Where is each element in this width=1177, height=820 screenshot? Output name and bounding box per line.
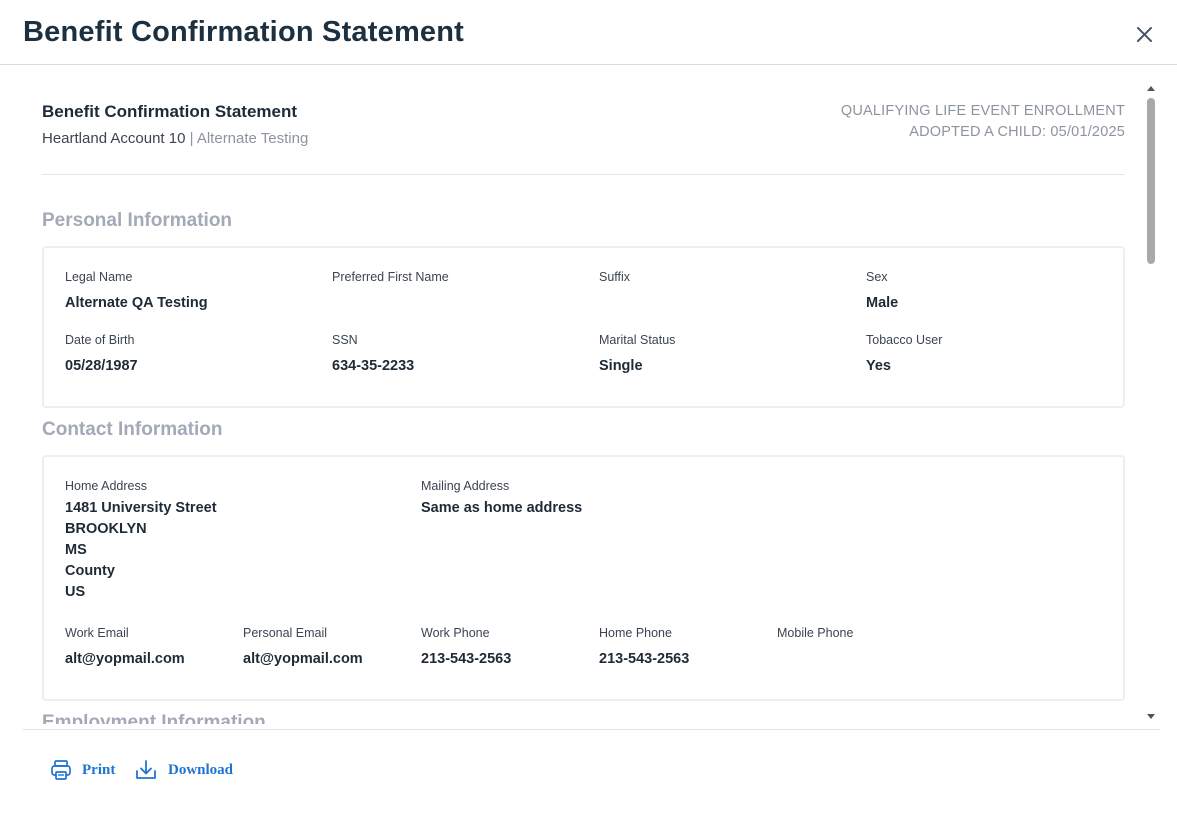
home-address-street: 1481 University Street: [65, 500, 217, 516]
subtitle-separator: |: [185, 130, 197, 147]
modal-header: Benefit Confirmation Statement: [0, 0, 1177, 65]
event-info: QUALIFYING LIFE EVENT ENROLLMENT ADOPTED…: [841, 101, 1125, 143]
work-email-field: Work Email alt@yopmail.com: [65, 626, 185, 670]
modal-footer: Print Download: [0, 729, 1177, 820]
document-title: Benefit Confirmation Statement: [42, 102, 298, 121]
work-email-value: alt@yopmail.com: [65, 651, 185, 667]
tobacco-user-field: Tobacco User Yes: [866, 333, 942, 377]
scrollbar[interactable]: [1143, 84, 1159, 724]
contact-info-card: Home Address 1481 University Street BROO…: [42, 455, 1125, 701]
close-icon: [1137, 27, 1152, 42]
personal-email-value: alt@yopmail.com: [243, 651, 363, 667]
scrollbar-thumb[interactable]: [1147, 98, 1155, 264]
home-address-country: US: [65, 584, 86, 600]
download-label: Download: [168, 761, 234, 778]
legal-name-label: Legal Name: [65, 270, 133, 284]
marital-status-label: Marital Status: [599, 333, 676, 347]
event-type: QUALIFYING LIFE EVENT ENROLLMENT: [840, 103, 1125, 119]
marital-status-field: Marital Status Single: [599, 333, 675, 377]
personal-email-label: Personal Email: [243, 626, 328, 640]
employment-info-title: Employment Information: [42, 712, 266, 724]
print-label: Print: [82, 761, 116, 778]
download-icon: [136, 760, 156, 779]
home-phone-label: Home Phone: [599, 626, 672, 640]
ssn-field: SSN 634-35-2233: [332, 333, 414, 377]
contact-info-title: Contact Information: [42, 419, 223, 440]
modal-title: Benefit Confirmation Statement: [23, 16, 465, 48]
mailing-address-label: Mailing Address: [421, 479, 510, 493]
dob-field: Date of Birth 05/28/1987: [65, 333, 138, 377]
home-address-label: Home Address: [65, 479, 147, 493]
suffix-field: Suffix: [599, 270, 630, 293]
dob-value: 05/28/1987: [65, 358, 138, 374]
personal-info-card: Legal Name Alternate QA Testing Preferre…: [42, 246, 1125, 408]
mailing-address-field: Mailing Address Same as home address: [421, 479, 582, 519]
print-button[interactable]: Print: [50, 759, 115, 781]
sex-field: Sex Male: [866, 270, 898, 314]
work-email-label: Work Email: [65, 626, 129, 640]
ssn-value: 634-35-2233: [332, 358, 415, 374]
home-address-field: Home Address 1481 University Street BROO…: [65, 479, 217, 603]
tobacco-user-label: Tobacco User: [866, 333, 943, 347]
work-phone-value: 213-543-2563: [421, 651, 512, 667]
account-name: Heartland Account 10: [42, 130, 186, 147]
sex-label: Sex: [866, 270, 888, 284]
sex-value: Male: [866, 295, 899, 311]
marital-status-value: Single: [599, 358, 643, 374]
statement-content[interactable]: Benefit Confirmation Statement Heartland…: [0, 66, 1160, 724]
personal-email-field: Personal Email alt@yopmail.com: [243, 626, 363, 670]
work-phone-field: Work Phone 213-543-2563: [421, 626, 511, 670]
dob-label: Date of Birth: [65, 333, 135, 347]
mobile-phone-field: Mobile Phone: [777, 626, 853, 649]
legal-name-value: Alternate QA Testing: [65, 295, 208, 311]
mailing-address-value: Same as home address: [421, 500, 583, 516]
home-address-city: BROOKLYN: [65, 521, 147, 537]
event-detail: ADOPTED A CHILD: 05/01/2025: [909, 124, 1125, 140]
close-button[interactable]: [1132, 22, 1158, 48]
tobacco-user-value: Yes: [866, 358, 891, 374]
personal-info-title: Personal Information: [42, 210, 233, 231]
scroll-up-arrow-icon[interactable]: [1147, 86, 1155, 91]
preferred-first-name-label: Preferred First Name: [332, 270, 449, 284]
scroll-down-arrow-icon[interactable]: [1147, 714, 1155, 719]
printer-icon: [51, 760, 71, 780]
home-phone-field: Home Phone 213-543-2563: [599, 626, 689, 670]
legal-name-field: Legal Name Alternate QA Testing: [65, 270, 208, 314]
download-button[interactable]: Download: [134, 759, 233, 781]
header-divider: [42, 174, 1125, 175]
preferred-first-name-field: Preferred First Name: [332, 270, 449, 293]
employee-name: Alternate Testing: [196, 130, 309, 147]
document-subtitle: Heartland Account 10 | Alternate Testing: [42, 130, 308, 147]
ssn-label: SSN: [332, 333, 358, 347]
mobile-phone-label: Mobile Phone: [777, 626, 854, 640]
work-phone-label: Work Phone: [421, 626, 490, 640]
home-phone-value: 213-543-2563: [599, 651, 690, 667]
home-address-county: County: [65, 563, 115, 579]
home-address-state: MS: [65, 542, 87, 558]
suffix-label: Suffix: [599, 270, 631, 284]
footer-divider: [23, 729, 1160, 730]
